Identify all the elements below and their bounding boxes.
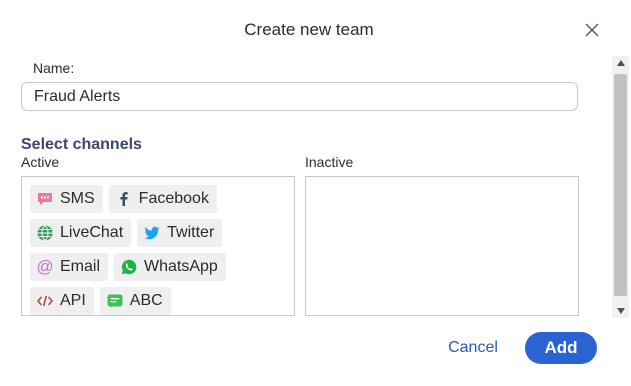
- inactive-channels-list[interactable]: [305, 176, 579, 316]
- channel-label: WhatsApp: [144, 258, 218, 275]
- sms-icon: [36, 190, 54, 208]
- active-label: Active: [21, 154, 60, 170]
- channel-label: Email: [60, 258, 101, 275]
- channel-chip-livechat[interactable]: LiveChat: [30, 219, 132, 247]
- globe-icon: [36, 224, 54, 242]
- dialog-title: Create new team: [244, 20, 374, 39]
- code-icon: [36, 292, 54, 310]
- chat-bubble-icon: [106, 292, 124, 310]
- vertical-scrollbar[interactable]: [612, 56, 629, 318]
- scroll-down-arrow-icon[interactable]: [612, 304, 629, 318]
- scroll-up-arrow-icon[interactable]: [612, 56, 629, 70]
- channel-label: SMS: [60, 190, 95, 207]
- name-label: Name:: [33, 60, 75, 76]
- create-team-dialog: Create new team Name: Select channels Ac…: [0, 0, 631, 386]
- at-icon: @: [36, 257, 54, 276]
- facebook-icon: [115, 190, 133, 208]
- close-icon[interactable]: [584, 22, 600, 38]
- whatsapp-icon: [120, 258, 138, 276]
- active-channels-list[interactable]: SMS Facebook LiveChat Twitter @ Email Wh…: [21, 176, 295, 316]
- scrollbar-thumb[interactable]: [614, 74, 627, 296]
- add-button[interactable]: Add: [525, 332, 597, 364]
- channel-chip-api[interactable]: API: [30, 287, 94, 315]
- channel-chip-facebook[interactable]: Facebook: [108, 185, 217, 213]
- channel-chip-whatsapp[interactable]: WhatsApp: [114, 253, 226, 281]
- channel-label: ABC: [129, 292, 163, 309]
- channel-chip-abc[interactable]: ABC: [99, 287, 171, 315]
- channel-chip-sms[interactable]: SMS: [30, 185, 103, 213]
- inactive-label: Inactive: [305, 154, 354, 170]
- channel-label: API: [60, 292, 86, 309]
- channel-label: Twitter: [167, 224, 215, 241]
- twitter-icon: [143, 224, 161, 242]
- channel-chip-twitter[interactable]: Twitter: [137, 219, 223, 247]
- dialog-body: Name: Select channels Active Inactive SM…: [0, 56, 612, 318]
- cancel-button[interactable]: Cancel: [440, 332, 506, 364]
- channel-label: LiveChat: [60, 224, 124, 241]
- channel-label: Facebook: [138, 190, 209, 207]
- select-channels-title: Select channels: [21, 136, 142, 153]
- channel-chip-email[interactable]: @ Email: [30, 253, 109, 281]
- name-input[interactable]: [21, 82, 578, 111]
